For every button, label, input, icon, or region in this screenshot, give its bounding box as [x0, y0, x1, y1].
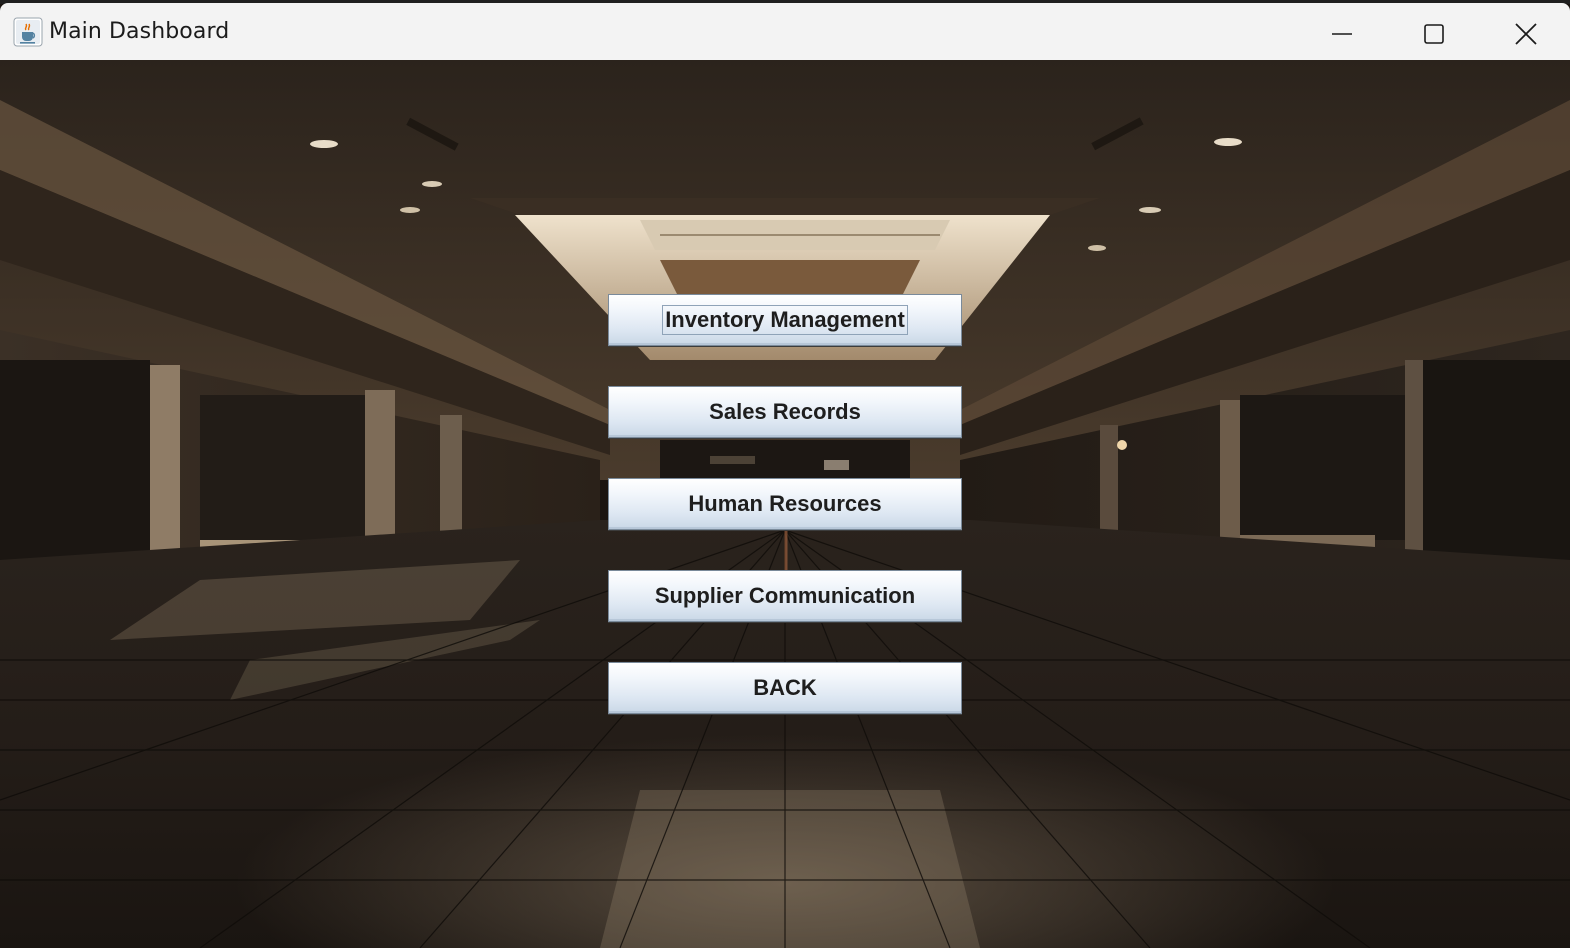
main-dashboard-window: Main Dashboard Inventory Management Sale…	[0, 0, 1570, 948]
maximize-button[interactable]	[1388, 6, 1480, 62]
close-icon	[1515, 23, 1537, 45]
back-button[interactable]: BACK	[608, 662, 962, 714]
window-title: Main Dashboard	[49, 19, 230, 44]
minimize-button[interactable]	[1296, 6, 1388, 62]
sales-records-label: Sales Records	[709, 399, 861, 424]
human-resources-button[interactable]: Human Resources	[608, 478, 962, 530]
close-button[interactable]	[1480, 6, 1570, 62]
inventory-management-button[interactable]: Inventory Management	[608, 294, 962, 346]
human-resources-label: Human Resources	[688, 491, 882, 516]
dashboard-content: Inventory Management Sales Records Human…	[0, 60, 1570, 948]
sales-records-button[interactable]: Sales Records	[608, 386, 962, 438]
inventory-management-label: Inventory Management	[662, 305, 908, 335]
back-label: BACK	[753, 675, 817, 700]
java-coffee-cup-icon	[13, 17, 43, 47]
maximize-icon	[1424, 24, 1444, 44]
supplier-communication-button[interactable]: Supplier Communication	[608, 570, 962, 622]
minimize-icon	[1332, 33, 1352, 35]
supplier-communication-label: Supplier Communication	[654, 583, 916, 608]
title-bar[interactable]: Main Dashboard	[0, 3, 1570, 60]
